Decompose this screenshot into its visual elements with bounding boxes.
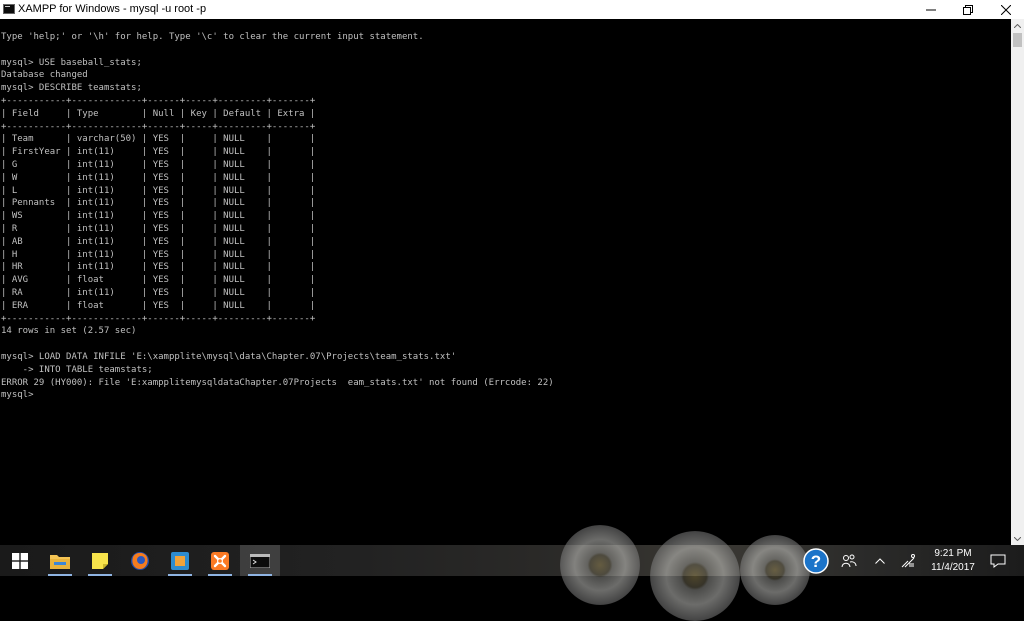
console-line: | ERA | float | YES | | NULL | | <box>1 300 316 311</box>
vertical-scrollbar[interactable] <box>1011 19 1024 545</box>
close-icon <box>1000 4 1011 15</box>
console-line: | WS | int(11) | YES | | NULL | | <box>1 211 316 222</box>
wallpaper-flower <box>650 531 740 621</box>
console-line: Database changed <box>1 70 88 81</box>
console-line: | FirstYear | int(11) | YES | | NULL | | <box>1 147 316 158</box>
help-icon: ? <box>803 547 829 574</box>
people-icon <box>841 554 857 567</box>
console-line: mysql> LOAD DATA INFILE 'E:\xampplite\my… <box>1 351 457 362</box>
console-line: mysql> DESCRIBE teamstats; <box>1 83 142 94</box>
xampp-control-icon <box>171 551 189 570</box>
close-button[interactable] <box>987 0 1024 19</box>
console-line: | L | int(11) | YES | | NULL | | <box>1 185 316 196</box>
console-icon <box>250 553 270 568</box>
scroll-up-button[interactable] <box>1011 19 1024 32</box>
tray-help[interactable]: ? <box>800 545 832 576</box>
console-line: | Team | varchar(50) | YES | | NULL | | <box>1 134 316 145</box>
taskbar-file-explorer[interactable] <box>40 545 80 576</box>
restore-button[interactable] <box>949 0 986 19</box>
sticky-note-icon <box>92 552 108 569</box>
console-line: Type 'help;' or '\h' for help. Type '\c'… <box>1 32 424 42</box>
console-line: | W | int(11) | YES | | NULL | | <box>1 172 316 183</box>
console-line: | Field | Type | Null | Key | Default | … <box>1 108 316 119</box>
windows-logo-icon <box>12 552 28 569</box>
console-line: ERROR 29 (HY000): File 'E:xampplitemysql… <box>1 377 554 388</box>
xampp-icon <box>211 551 229 570</box>
scroll-down-button[interactable] <box>1011 532 1024 545</box>
taskbar-clock[interactable]: 9:21 PM 11/4/2017 <box>918 545 988 576</box>
wallpaper-flower <box>560 525 640 605</box>
console-line: | AVG | float | YES | | NULL | | <box>1 275 316 286</box>
taskbar-xampp-control[interactable] <box>160 545 200 576</box>
svg-text:?: ? <box>811 552 821 571</box>
console-line: | AB | int(11) | YES | | NULL | | <box>1 236 316 247</box>
action-center-button[interactable] <box>986 545 1010 576</box>
console-app-icon[interactable] <box>3 4 15 14</box>
chevron-up-icon <box>1014 23 1021 28</box>
console-line: | HR | int(11) | YES | | NULL | | <box>1 262 316 273</box>
restore-icon <box>962 4 973 15</box>
window-title: XAMPP for Windows - mysql -u root -p <box>18 3 207 15</box>
minimize-icon <box>925 9 936 10</box>
clock-date: 11/4/2017 <box>931 562 975 573</box>
taskbar-xampp[interactable] <box>200 545 240 576</box>
clock-time: 9:21 PM <box>934 548 972 559</box>
console-window: XAMPP for Windows - mysql -u root -p Typ… <box>0 0 1024 545</box>
console-line: -> INTO TABLE teamstats; <box>1 364 153 375</box>
console-line: +-----------+-------------+------+-----+… <box>1 121 316 132</box>
firefox-icon <box>131 551 149 570</box>
console-line: | Pennants | int(11) | YES | | NULL | | <box>1 198 316 209</box>
tray-people[interactable] <box>836 545 862 576</box>
console-output-area[interactable]: Type 'help;' or '\h' for help. Type '\c'… <box>0 19 1011 545</box>
start-button[interactable] <box>0 545 40 576</box>
minimize-button[interactable] <box>912 0 949 19</box>
console-line: | H | int(11) | YES | | NULL | | <box>1 249 316 260</box>
chevron-down-icon <box>1014 536 1021 541</box>
tray-show-hidden[interactable] <box>868 545 892 576</box>
console-line: +-----------+-------------+------+-----+… <box>1 95 316 106</box>
taskbar-sticky-notes[interactable] <box>80 545 120 576</box>
console-line: | RA | int(11) | YES | | NULL | | <box>1 287 316 298</box>
taskbar-firefox[interactable] <box>120 545 160 576</box>
console-line: | G | int(11) | YES | | NULL | | <box>1 159 316 170</box>
console-line: mysql> <box>1 390 34 401</box>
network-disconnected-icon <box>901 553 915 567</box>
notification-icon <box>990 554 1006 568</box>
console-text[interactable]: Type 'help;' or '\h' for help. Type '\c'… <box>1 31 554 402</box>
console-line: +-----------+-------------+------+-----+… <box>1 313 316 324</box>
console-line: 14 rows in set (2.57 sec) <box>1 326 137 337</box>
console-line: mysql> USE baseball_stats; <box>1 57 142 68</box>
tray-network[interactable] <box>896 545 920 576</box>
taskbar-console[interactable] <box>240 545 280 576</box>
scroll-thumb[interactable] <box>1013 33 1022 47</box>
title-bar[interactable]: XAMPP for Windows - mysql -u root -p <box>0 0 1024 19</box>
console-line: | R | int(11) | YES | | NULL | | <box>1 223 316 234</box>
folder-icon <box>50 554 70 569</box>
taskbar: ? 9:21 PM 11/4/2017 <box>0 525 1024 621</box>
chevron-up-icon <box>875 557 885 564</box>
